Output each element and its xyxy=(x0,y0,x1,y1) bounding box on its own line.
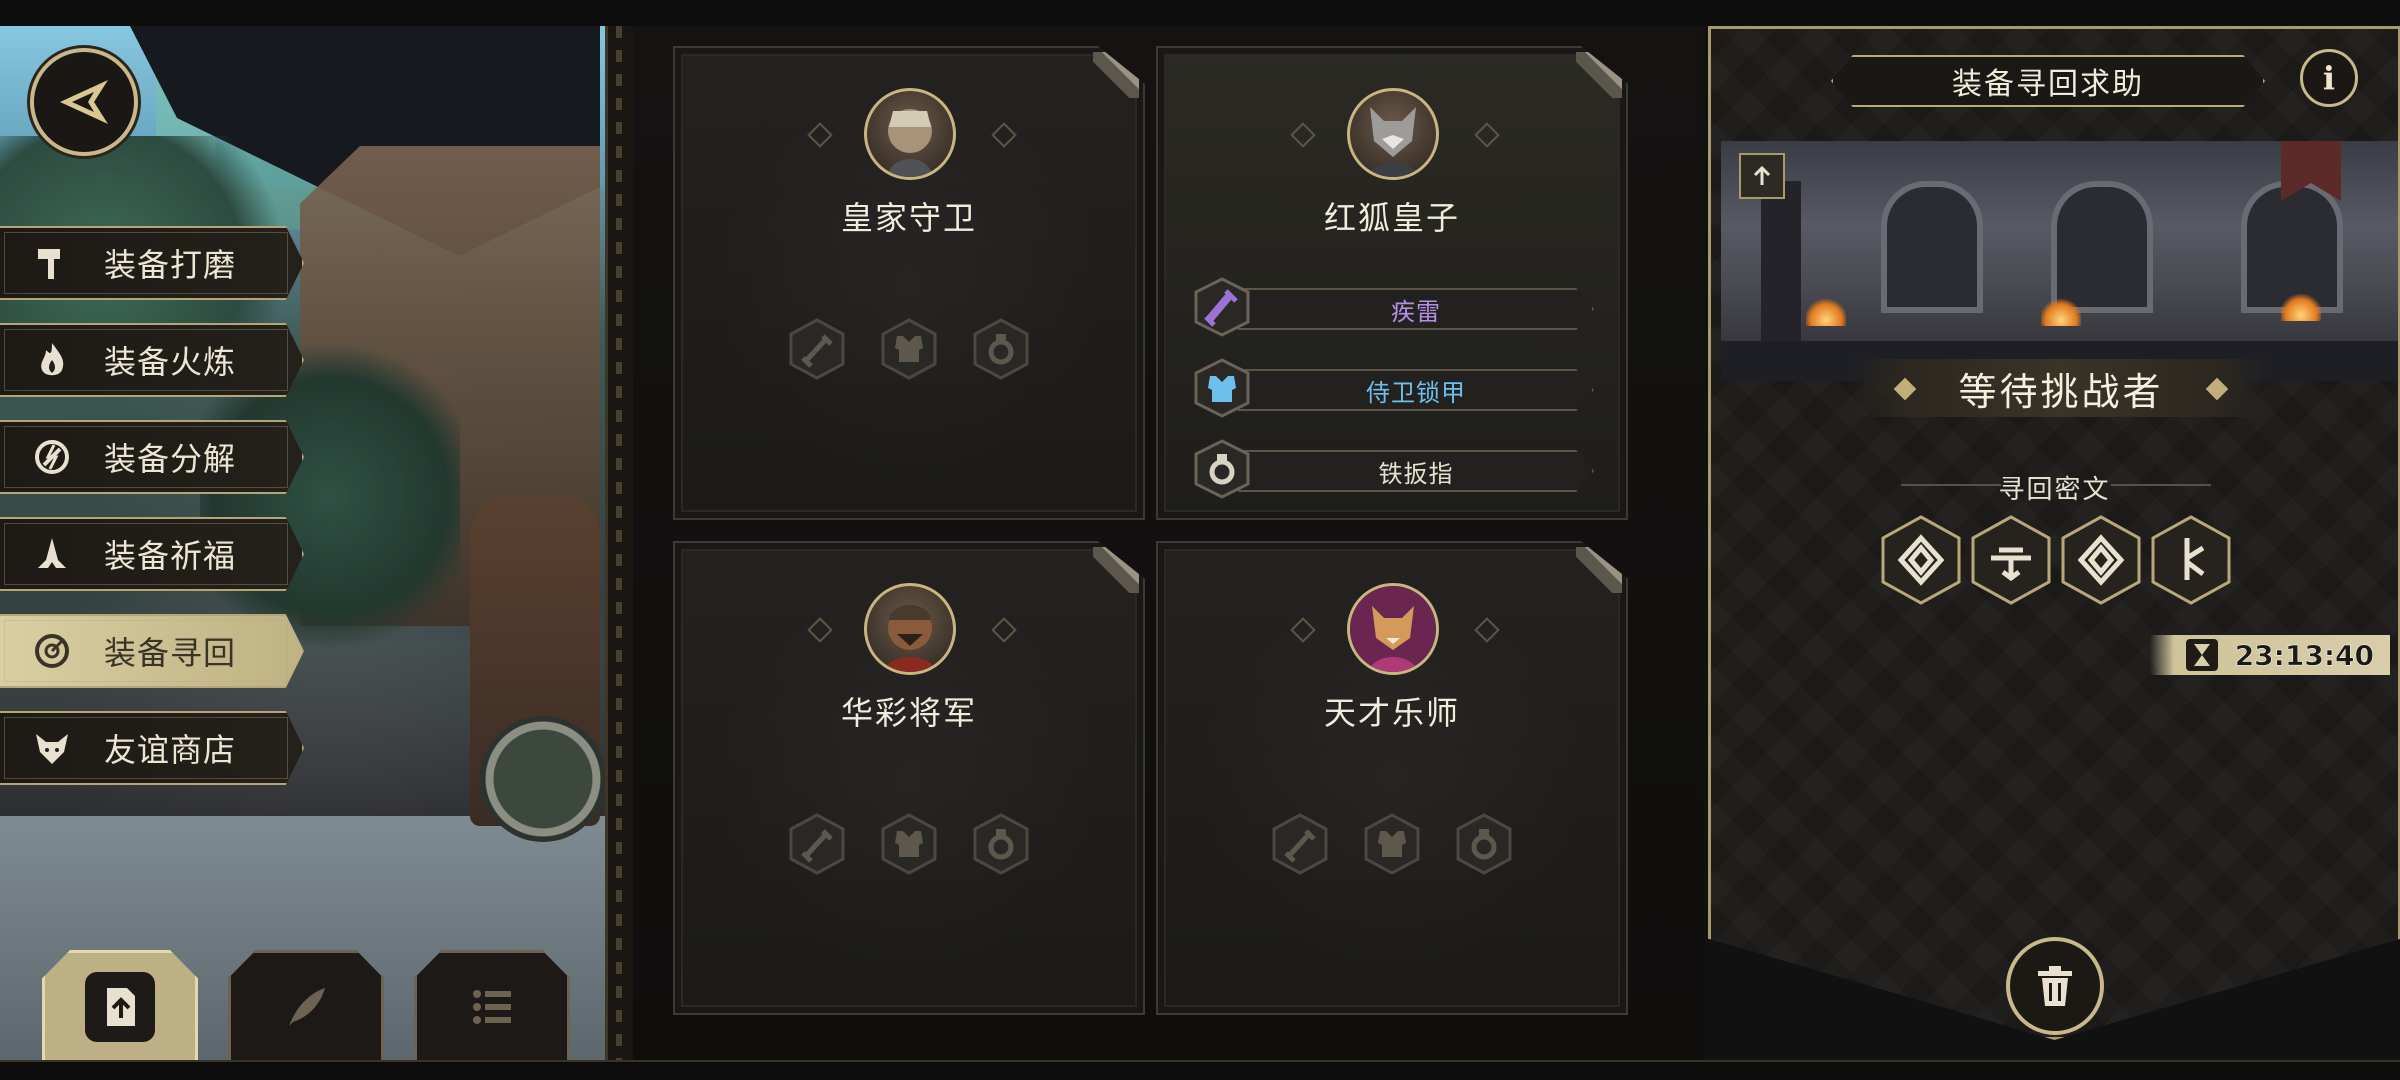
hammer-icon xyxy=(22,233,82,293)
equipment-name: 侍卫锁甲 xyxy=(1238,369,1594,411)
recover-icon xyxy=(22,621,82,681)
hero-card-red-fox-prince[interactable]: 红狐皇子 疾雷 侍卫锁甲 铁扳指 xyxy=(1156,46,1628,520)
challenge-scene-image xyxy=(1721,141,2398,381)
share-button[interactable] xyxy=(1739,153,1785,199)
rune-spiral-icon xyxy=(2059,514,2143,606)
menu-item-label: 装备寻回 xyxy=(104,634,237,672)
flame-icon xyxy=(22,330,82,390)
rune-cross-icon xyxy=(1969,514,2053,606)
sword-slot[interactable] xyxy=(789,318,845,380)
equipment-name: 铁扳指 xyxy=(1238,450,1594,492)
hero-grid: 皇家守卫 红狐皇子 疾雷 侍卫锁甲 铁扳指 华彩将军 天才乐师 xyxy=(633,26,1703,1062)
menu-item-label: 装备打磨 xyxy=(104,246,237,284)
hero-card-royal-guard[interactable]: 皇家守卫 xyxy=(673,46,1145,520)
top-border xyxy=(0,0,2400,28)
ring-slot[interactable] xyxy=(973,813,1029,875)
rune-branch-icon xyxy=(2149,514,2233,606)
menu-item-bless[interactable]: 装备祈福 xyxy=(0,517,304,591)
sword-slot[interactable] xyxy=(1272,813,1328,875)
side-menu: 装备打磨 装备火炼 装备分解 装备祈福 装备寻回 友谊商店 xyxy=(0,226,310,808)
fox-icon xyxy=(22,718,82,778)
quill-tab-button[interactable] xyxy=(228,950,384,1064)
rune-spiral-icon xyxy=(1879,514,1963,606)
decompose-icon xyxy=(22,427,82,487)
upload-tab-button[interactable] xyxy=(42,950,198,1064)
menu-item-label: 装备祈福 xyxy=(104,537,237,575)
hero-name: 皇家守卫 xyxy=(840,199,977,237)
status-banner: 等待挑战者 xyxy=(1851,359,2271,417)
cipher-runes xyxy=(1879,514,2233,606)
ring-icon xyxy=(973,318,1029,380)
list-tab-button[interactable] xyxy=(414,950,570,1064)
sword-icon xyxy=(789,813,845,875)
quill-icon xyxy=(289,988,325,1026)
pray-icon xyxy=(22,524,82,584)
menu-item-label: 装备分解 xyxy=(104,440,237,478)
hero-portrait xyxy=(864,583,956,675)
ring-slot[interactable] xyxy=(1456,813,1512,875)
armor-slot[interactable] xyxy=(1364,813,1420,875)
armor-icon xyxy=(1364,813,1420,875)
upload-icon xyxy=(107,988,135,1026)
bottom-border xyxy=(0,1060,2400,1080)
sword-icon xyxy=(1272,813,1328,875)
menu-item-decompose[interactable]: 装备分解 xyxy=(0,420,304,494)
armor-icon xyxy=(1194,358,1250,418)
countdown-timer: 23:13:40 xyxy=(2150,635,2390,675)
armor-slot[interactable] xyxy=(881,318,937,380)
cancel-request-button[interactable] xyxy=(2006,937,2104,1035)
info-button[interactable]: i xyxy=(2300,49,2358,107)
menu-item-polish[interactable]: 装备打磨 xyxy=(0,226,304,300)
hero-card-general[interactable]: 华彩将军 xyxy=(673,541,1145,1015)
hero-portrait xyxy=(864,88,956,180)
menu-item-label: 友谊商店 xyxy=(104,731,237,769)
menu-item-friend-shop[interactable]: 友谊商店 xyxy=(0,711,304,785)
hero-card-musician[interactable]: 天才乐师 xyxy=(1156,541,1628,1015)
hourglass-icon xyxy=(2186,639,2218,671)
hero-name: 天才乐师 xyxy=(1323,694,1460,732)
trash-icon xyxy=(2038,966,2072,1006)
list-icon xyxy=(473,990,511,1024)
equipment-row-ring[interactable]: 铁扳指 xyxy=(1194,438,1594,500)
hero-name: 华彩将军 xyxy=(840,694,977,732)
equipment-row-armor[interactable]: 侍卫锁甲 xyxy=(1194,357,1594,419)
menu-item-forge[interactable]: 装备火炼 xyxy=(0,323,304,397)
sword-icon xyxy=(1194,277,1250,337)
equipment-row-sword[interactable]: 疾雷 xyxy=(1194,276,1594,338)
timer-value: 23:13:40 xyxy=(2234,638,2374,672)
ring-icon xyxy=(1194,439,1250,499)
hero-portrait xyxy=(1347,88,1439,180)
ring-icon xyxy=(1456,813,1512,875)
armor-slot[interactable] xyxy=(881,813,937,875)
upload-icon xyxy=(1753,165,1771,185)
recover-help-panel: 装备寻回求助 i 等待挑战者 寻回密文 23:13:40 xyxy=(1703,26,2400,1062)
equipment-name: 疾雷 xyxy=(1238,288,1594,330)
cipher-title: 寻回密文 xyxy=(1998,475,2111,505)
ring-icon xyxy=(973,813,1029,875)
sword-slot[interactable] xyxy=(789,813,845,875)
back-button[interactable] xyxy=(30,48,138,156)
ring-slot[interactable] xyxy=(973,318,1029,380)
hero-portrait xyxy=(1347,583,1439,675)
hero-name: 红狐皇子 xyxy=(1323,199,1460,237)
menu-item-label: 装备火炼 xyxy=(104,343,237,381)
equipment-list: 疾雷 侍卫锁甲 铁扳指 xyxy=(1194,276,1594,519)
menu-item-recover[interactable]: 装备寻回 xyxy=(0,614,304,688)
panel-title: 装备寻回求助 xyxy=(1831,55,2265,107)
info-icon: i xyxy=(2322,59,2336,97)
armor-icon xyxy=(881,318,937,380)
sword-icon xyxy=(789,318,845,380)
armor-icon xyxy=(881,813,937,875)
back-arrow-icon xyxy=(60,80,108,124)
